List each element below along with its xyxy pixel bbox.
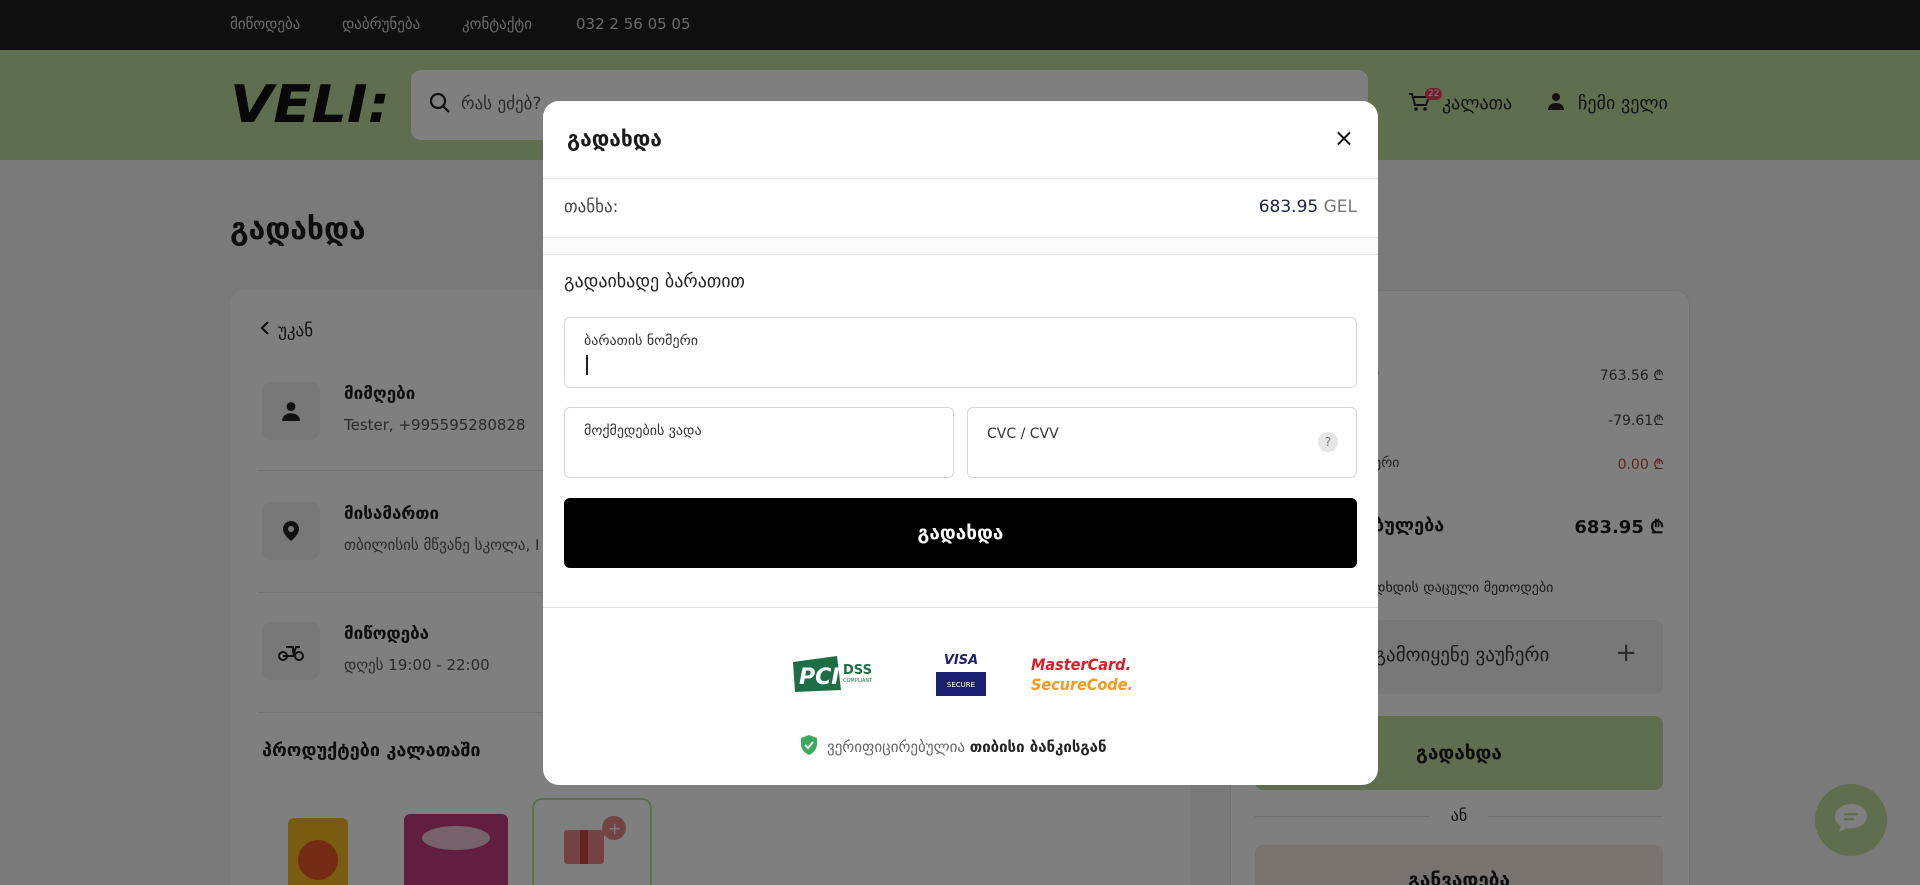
amount-value: 683.95 GEL xyxy=(1259,197,1357,217)
card-section-title: გადაიხადე ბარათით xyxy=(564,271,745,292)
expiry-label: მოქმედების ვადა xyxy=(584,423,702,439)
card-number-field[interactable]: ბარათის ნომერი xyxy=(564,317,1357,388)
amount-currency: GEL xyxy=(1323,197,1357,217)
bank-verification: ვერიფიცირებულია თიბისი ბანკისგან xyxy=(799,734,1107,760)
submit-payment-button[interactable]: გადახდა xyxy=(564,498,1357,568)
cvc-field[interactable]: CVC / CVV ? xyxy=(967,407,1357,478)
pci-text: PCI xyxy=(799,665,839,690)
close-icon[interactable]: × xyxy=(1334,123,1354,153)
divider xyxy=(543,178,1378,179)
card-number-label: ბარათის ნომერი xyxy=(584,333,698,349)
mastercard-text: MasterCard. xyxy=(1031,655,1131,674)
pci-dss-badge: PCI DSS COMPLIANT xyxy=(791,654,891,694)
cvc-label: CVC / CVV xyxy=(987,426,1059,442)
payment-modal: გადახდა × თანხა: 683.95 GEL გადაიხადე ბა… xyxy=(543,101,1378,785)
secure-text: SECURE xyxy=(947,681,975,689)
help-icon[interactable]: ? xyxy=(1318,432,1338,452)
securecode-text: SecureCode. xyxy=(1031,675,1133,694)
section-gap xyxy=(543,238,1378,255)
modal-title: გადახდა xyxy=(567,127,662,151)
visa-text: VISA xyxy=(944,653,978,668)
dss-text: DSS xyxy=(843,663,872,678)
security-badges: PCI DSS COMPLIANT VISA SECURE MasterCard… xyxy=(791,650,1135,698)
mastercard-securecode-badge: MasterCard. SecureCode. xyxy=(1031,652,1135,696)
divider xyxy=(543,254,1378,255)
compliant-text: COMPLIANT xyxy=(843,678,873,684)
verified-bank: თიბისი ბანკისგან xyxy=(969,738,1107,756)
amount-label: თანხა: xyxy=(564,197,619,217)
visa-secure-badge: VISA SECURE xyxy=(935,650,987,698)
text-cursor xyxy=(586,355,588,375)
shield-check-icon xyxy=(799,734,819,760)
amount-number: 683.95 xyxy=(1258,197,1319,217)
expiry-date-field[interactable]: მოქმედების ვადა xyxy=(564,407,954,478)
verified-prefix: ვერიფიცირებულია xyxy=(827,738,965,756)
divider xyxy=(543,607,1378,608)
